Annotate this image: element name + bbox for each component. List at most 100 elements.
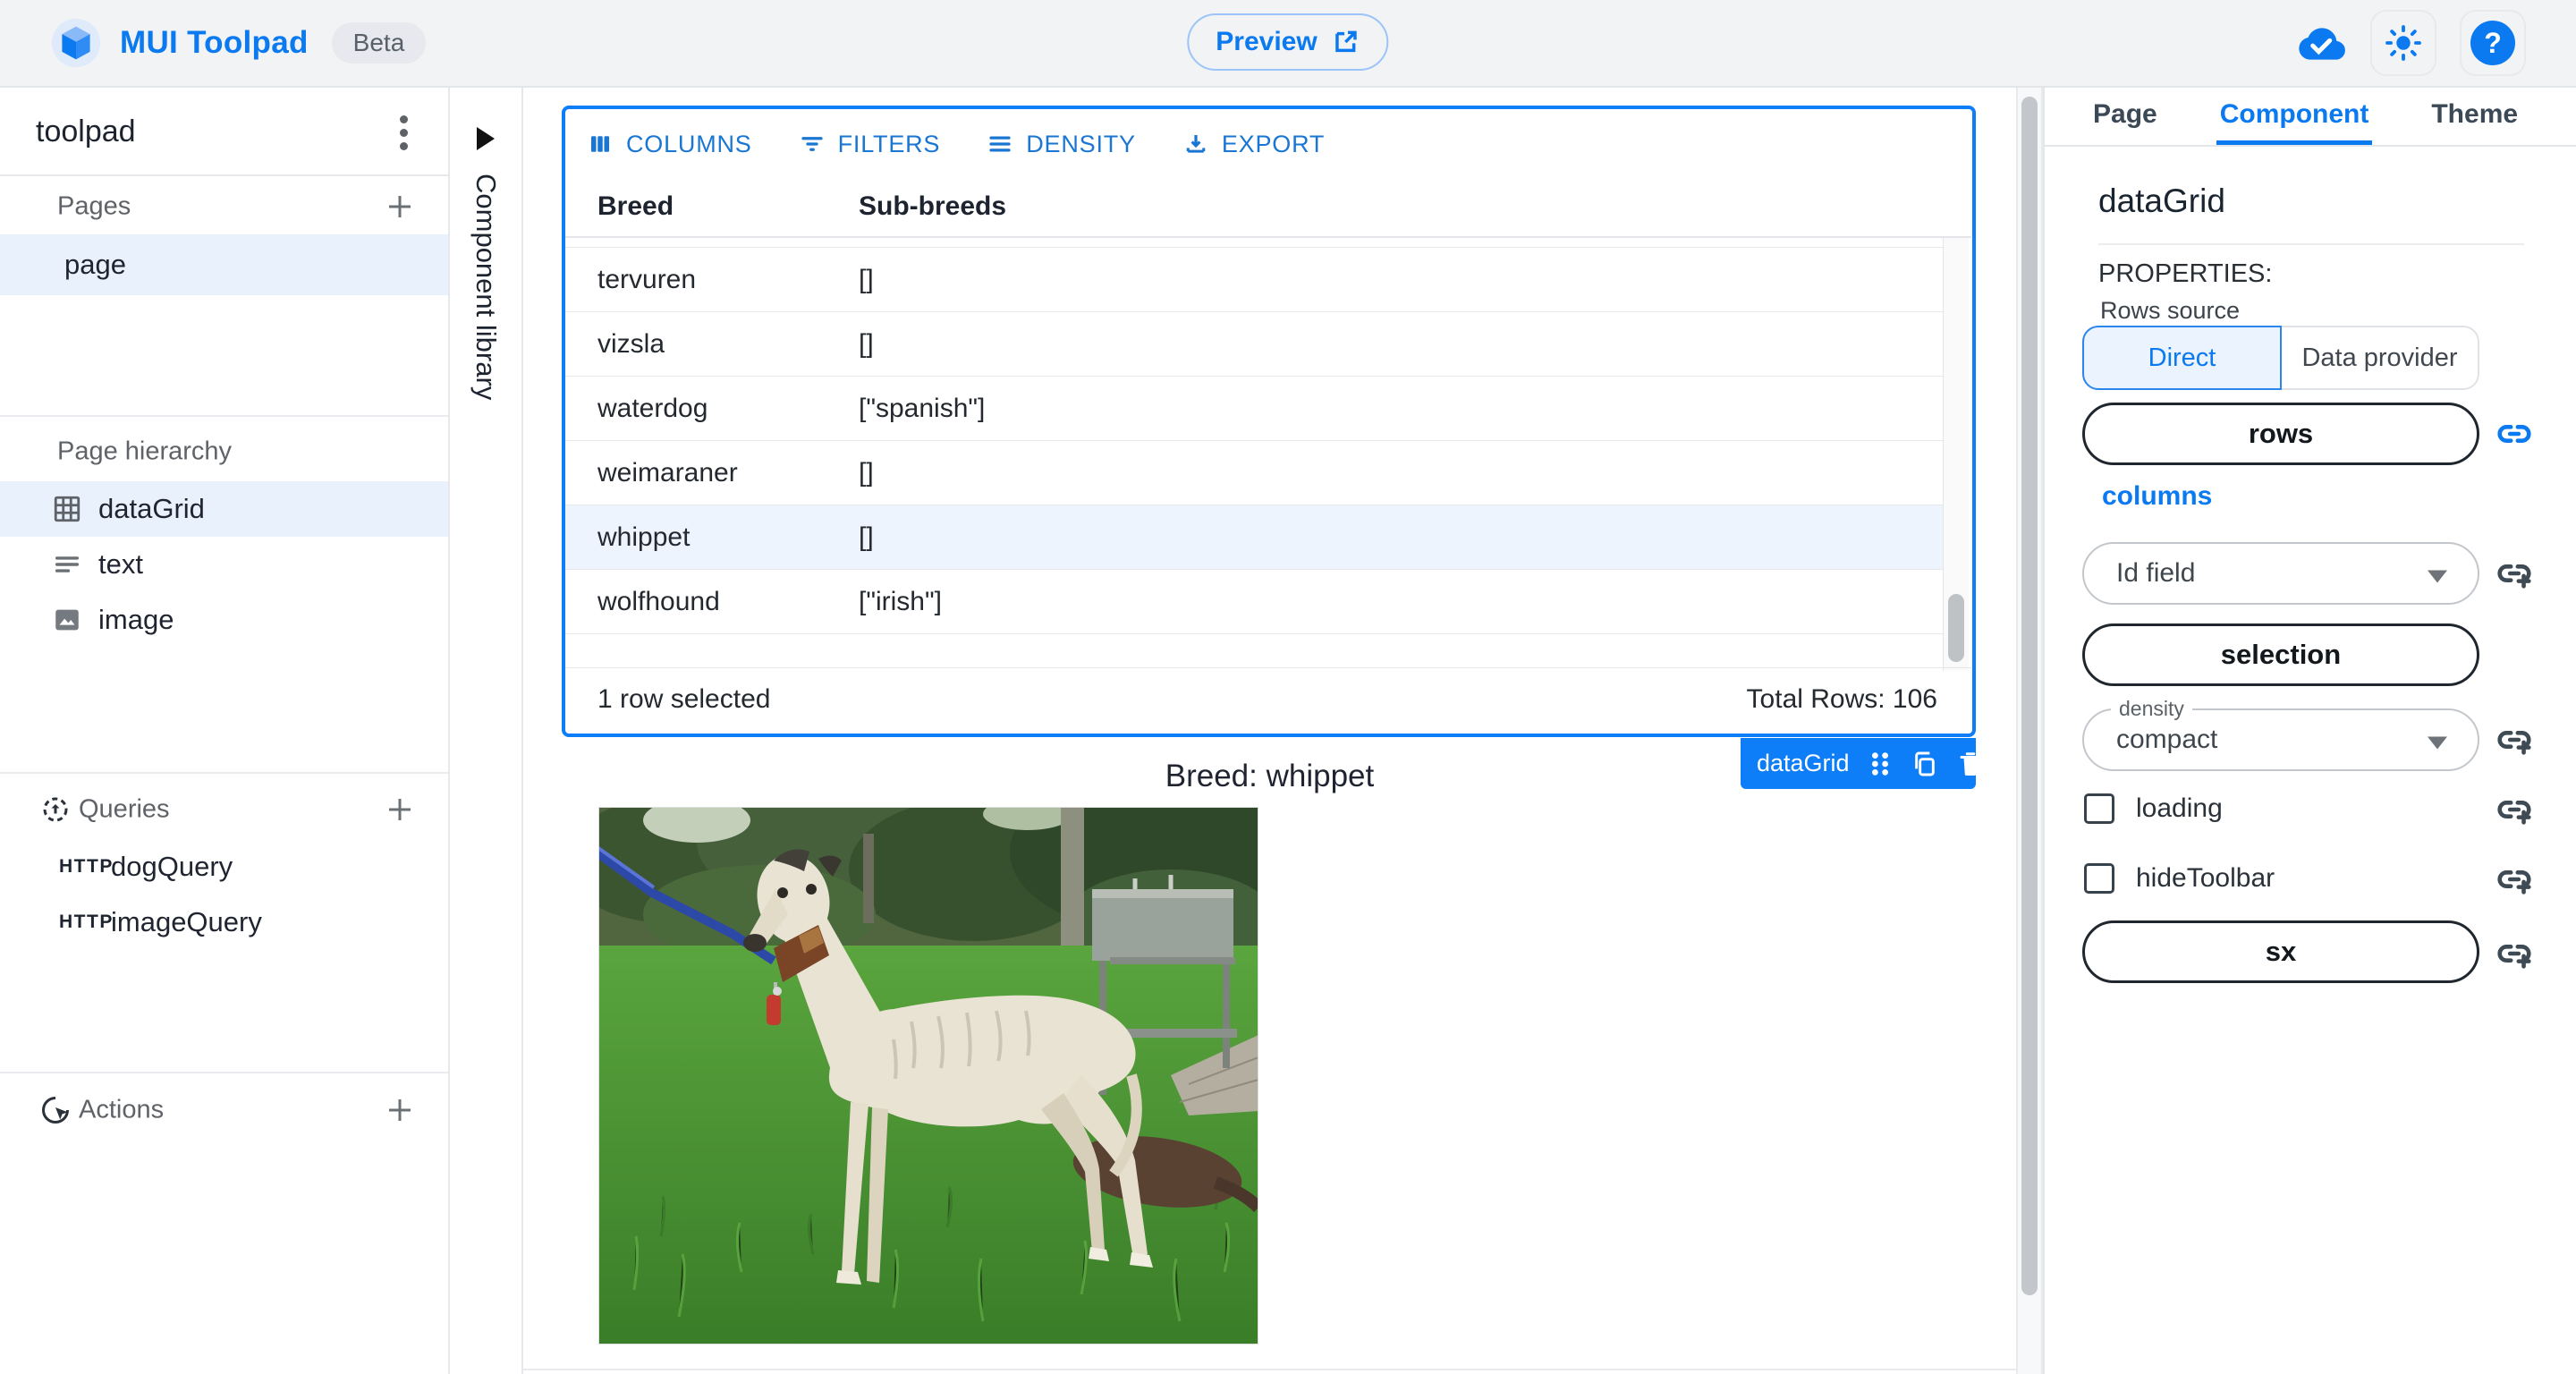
- loading-checkbox-row: loading: [2084, 789, 2478, 828]
- bind-rows-button[interactable]: [2490, 410, 2538, 458]
- datagrid-toolbar: COLUMNS FILTERS DE: [587, 118, 1325, 170]
- hidetoolbar-checkbox-row: hideToolbar: [2084, 859, 2478, 898]
- grid-icon: [52, 494, 82, 524]
- id-field-value: Id field: [2116, 558, 2195, 589]
- table-row[interactable]: tervuren []: [565, 248, 1946, 312]
- column-header-breed[interactable]: Breed: [597, 191, 674, 222]
- canvas-scrollbar[interactable]: [2016, 88, 2043, 1374]
- scrollbar-thumb[interactable]: [1948, 594, 1964, 662]
- rows-source-label: Rows source: [2100, 297, 2240, 325]
- columns-property-link[interactable]: columns: [2102, 481, 2212, 512]
- sidebar-item-page[interactable]: page: [0, 234, 448, 295]
- actions-icon: [39, 1094, 72, 1126]
- cell-subbreeds: []: [859, 329, 874, 360]
- filter-icon: [799, 131, 826, 157]
- table-row[interactable]: vizsla []: [565, 312, 1946, 377]
- sidebar-item-image[interactable]: image: [0, 592, 448, 648]
- image-component-whippet-photo[interactable]: [598, 807, 1258, 1344]
- pages-section-header: Pages: [0, 179, 448, 234]
- divider: [2098, 243, 2524, 245]
- bind-idfield-button[interactable]: [2490, 549, 2538, 598]
- density-label: density: [2111, 697, 2192, 721]
- query-item-label: imageQuery: [111, 906, 262, 938]
- total-rows-count: Total Rows: 106: [1747, 684, 1937, 715]
- add-link-icon: [2494, 859, 2535, 900]
- chevron-down-icon: [2428, 571, 2447, 583]
- filters-toolbar-label: FILTERS: [838, 131, 941, 158]
- rows-source-toggle: Direct Data provider: [2082, 326, 2479, 390]
- table-row-selected[interactable]: whippet []: [565, 505, 1946, 570]
- rows-property-button[interactable]: rows: [2082, 403, 2479, 465]
- cell-subbreeds: []: [859, 265, 874, 295]
- rows-source-dataprovider-button[interactable]: Data provider: [2282, 326, 2479, 390]
- mui-toolpad-logo[interactable]: [52, 19, 100, 67]
- datagrid-component[interactable]: COLUMNS FILTERS DE: [562, 106, 1976, 737]
- link-icon: [2494, 413, 2535, 454]
- export-toolbar-button[interactable]: EXPORT: [1182, 131, 1325, 158]
- divider: [0, 772, 448, 774]
- table-row[interactable]: wolfhound ["irish"]: [565, 570, 1946, 634]
- scrollbar-thumb[interactable]: [2021, 97, 2038, 1295]
- selection-property-button[interactable]: selection: [2082, 623, 2479, 686]
- add-link-icon: [2494, 789, 2535, 830]
- tab-page[interactable]: Page: [2089, 88, 2161, 145]
- sidebar-item-dogquery[interactable]: HTTP dogQuery: [0, 839, 448, 895]
- sidebar-item-datagrid[interactable]: dataGrid: [0, 481, 448, 537]
- component-name-heading: dataGrid: [2098, 182, 2225, 220]
- project-menu-button[interactable]: [382, 111, 425, 154]
- add-link-icon: [2494, 553, 2535, 594]
- density-toolbar-button[interactable]: DENSITY: [987, 131, 1136, 158]
- sidebar-item-imagequery[interactable]: HTTP imageQuery: [0, 895, 448, 950]
- cell-breed: tervuren: [597, 265, 696, 295]
- tab-theme[interactable]: Theme: [2428, 88, 2521, 145]
- plus-icon: [384, 191, 416, 223]
- help-button[interactable]: ?: [2460, 10, 2526, 76]
- bind-sx-button[interactable]: [2490, 929, 2538, 978]
- rows-selected-count: 1 row selected: [597, 684, 770, 715]
- hierarchy-item-label: dataGrid: [98, 493, 205, 525]
- columns-toolbar-button[interactable]: COLUMNS: [587, 131, 752, 158]
- rows-source-direct-button[interactable]: Direct: [2082, 326, 2282, 390]
- sidebar-item-text[interactable]: text: [0, 537, 448, 592]
- bind-hidetoolbar-button[interactable]: [2490, 855, 2538, 903]
- sx-property-button[interactable]: sx: [2082, 920, 2479, 983]
- add-page-button[interactable]: [380, 187, 419, 226]
- hierarchy-item-label: image: [98, 604, 174, 636]
- density-select[interactable]: density compact: [2082, 708, 2479, 771]
- loading-checkbox[interactable]: [2084, 793, 2114, 824]
- hierarchy-section-label: Page hierarchy: [57, 437, 232, 467]
- cloud-synced-icon: [2295, 23, 2347, 63]
- divider: [0, 415, 448, 417]
- bind-density-button[interactable]: [2490, 716, 2538, 764]
- text-icon: [52, 549, 82, 580]
- column-header-subbreeds[interactable]: Sub-breeds: [859, 191, 1006, 222]
- add-action-button[interactable]: [380, 1090, 419, 1130]
- columns-icon: [587, 131, 614, 157]
- datagrid-scrollbar[interactable]: [1943, 238, 1969, 671]
- table-row[interactable]: waterdog ["spanish"]: [565, 377, 1946, 441]
- brand: MUI Toolpad Beta: [52, 0, 426, 86]
- download-icon: [1182, 131, 1209, 157]
- theme-toggle-button[interactable]: [2370, 10, 2436, 76]
- columns-toolbar-label: COLUMNS: [626, 131, 752, 158]
- hidetoolbar-checkbox[interactable]: [2084, 863, 2114, 894]
- datagrid-header-row: Breed Sub-breeds: [565, 177, 1971, 238]
- table-row[interactable]: weimaraner []: [565, 441, 1946, 505]
- http-badge: HTTP: [59, 912, 114, 933]
- preview-button[interactable]: Preview: [1187, 13, 1388, 71]
- add-query-button[interactable]: [380, 790, 419, 829]
- cell-subbreeds: ["spanish"]: [859, 394, 985, 424]
- beta-badge: Beta: [332, 22, 427, 64]
- inspector-tabs: Page Component Theme: [2045, 88, 2576, 147]
- chevron-down-icon: [2428, 737, 2447, 750]
- filters-toolbar-button[interactable]: FILTERS: [799, 131, 941, 158]
- id-field-select[interactable]: Id field: [2082, 542, 2479, 605]
- app-title: MUI Toolpad: [120, 25, 309, 61]
- bind-loading-button[interactable]: [2490, 785, 2538, 834]
- cell-subbreeds: ["irish"]: [859, 587, 942, 617]
- component-library-strip[interactable]: Component library: [450, 88, 523, 1374]
- properties-heading: PROPERTIES:: [2098, 259, 2272, 289]
- cell-breed: whippet: [597, 522, 690, 553]
- text-component[interactable]: Breed: whippet: [523, 751, 2016, 802]
- tab-component[interactable]: Component: [2216, 88, 2373, 145]
